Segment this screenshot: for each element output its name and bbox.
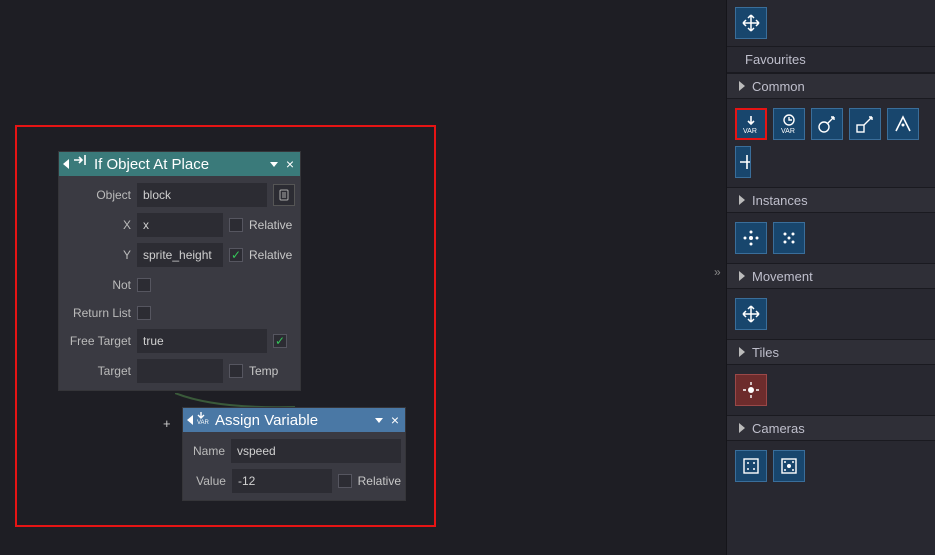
value-relative-checkbox[interactable] <box>338 474 352 488</box>
temp-checkbox[interactable] <box>229 364 243 378</box>
x-relative-checkbox[interactable] <box>229 218 243 232</box>
value-label: Value <box>187 474 226 488</box>
move-action-icon[interactable] <box>735 7 767 39</box>
path-action-icon[interactable] <box>887 108 919 140</box>
collapse-handle[interactable]: » <box>714 265 726 277</box>
y-relative-checkbox[interactable] <box>229 248 243 262</box>
chevron-right-icon <box>739 423 745 433</box>
name-label: Name <box>187 444 225 458</box>
play-icon <box>63 159 69 169</box>
category-common[interactable]: Common <box>727 73 935 99</box>
x-input[interactable] <box>137 213 223 237</box>
not-label: Not <box>63 278 131 292</box>
chevron-right-icon <box>739 81 745 91</box>
node-assign-variable[interactable]: VAR Assign Variable × Name Value Relativ… <box>182 407 406 501</box>
camera-grid-action-icon[interactable] <box>773 450 805 482</box>
node-header[interactable]: If Object At Place × <box>59 152 300 176</box>
freetarget-checkbox[interactable] <box>273 334 287 348</box>
returnlist-label: Return List <box>63 306 131 320</box>
add-chain-button[interactable]: + <box>163 416 171 431</box>
get-variable-action-icon[interactable]: VAR <box>773 108 805 140</box>
object-label: Object <box>63 188 131 202</box>
chevron-down-icon[interactable] <box>270 162 278 167</box>
freetarget-label: Free Target <box>63 334 131 348</box>
target-label: Target <box>63 364 131 378</box>
var-icon: VAR <box>197 411 215 429</box>
tile-action-icon[interactable] <box>735 374 767 406</box>
close-icon[interactable]: × <box>389 412 401 428</box>
category-tiles[interactable]: Tiles <box>727 339 935 365</box>
svg-text:VAR: VAR <box>197 420 210 425</box>
node-title: If Object At Place <box>94 156 264 173</box>
category-cameras[interactable]: Cameras <box>727 415 935 441</box>
returnlist-checkbox[interactable] <box>137 306 151 320</box>
set-speed-action-icon[interactable] <box>849 108 881 140</box>
name-input[interactable] <box>231 439 401 463</box>
freetarget-input[interactable] <box>137 329 267 353</box>
object-picker-button[interactable] <box>273 184 295 206</box>
chevron-right-icon <box>739 347 745 357</box>
close-icon[interactable]: × <box>284 156 296 172</box>
y-relative-label: Relative <box>249 248 292 262</box>
target-input[interactable] <box>137 359 223 383</box>
chevron-right-icon <box>739 195 745 205</box>
y-input[interactable] <box>137 243 223 267</box>
node-title: Assign Variable <box>215 412 369 429</box>
category-movement[interactable]: Movement <box>727 263 935 289</box>
value-relative-label: Relative <box>358 474 401 488</box>
instance-destroy-action-icon[interactable] <box>773 222 805 254</box>
partial-action-icon[interactable] <box>735 146 751 178</box>
assign-variable-action-icon[interactable]: VAR <box>735 108 767 140</box>
svg-text:VAR: VAR <box>781 128 795 135</box>
exec-icon <box>73 154 94 174</box>
x-relative-label: Relative <box>249 218 292 232</box>
svg-text:VAR: VAR <box>743 128 757 135</box>
temp-label: Temp <box>249 364 278 378</box>
movement-action-icon[interactable] <box>735 298 767 330</box>
set-direction-action-icon[interactable] <box>811 108 843 140</box>
y-label: Y <box>63 248 131 262</box>
chevron-right-icon <box>739 271 745 281</box>
node-if-object-at-place[interactable]: If Object At Place × Object X Relative Y <box>58 151 301 391</box>
camera-view-action-icon[interactable] <box>735 450 767 482</box>
instance-create-action-icon[interactable] <box>735 222 767 254</box>
favourites-label[interactable]: Favourites <box>727 47 935 73</box>
category-instances[interactable]: Instances <box>727 187 935 213</box>
toolbox-panel: Favourites Common VAR VAR Instances <box>726 0 935 555</box>
value-input[interactable] <box>232 469 332 493</box>
x-label: X <box>63 218 131 232</box>
object-input[interactable] <box>137 183 267 207</box>
not-checkbox[interactable] <box>137 278 151 292</box>
chevron-down-icon[interactable] <box>375 418 383 423</box>
node-header[interactable]: VAR Assign Variable × <box>183 408 405 432</box>
play-icon <box>187 415 193 425</box>
